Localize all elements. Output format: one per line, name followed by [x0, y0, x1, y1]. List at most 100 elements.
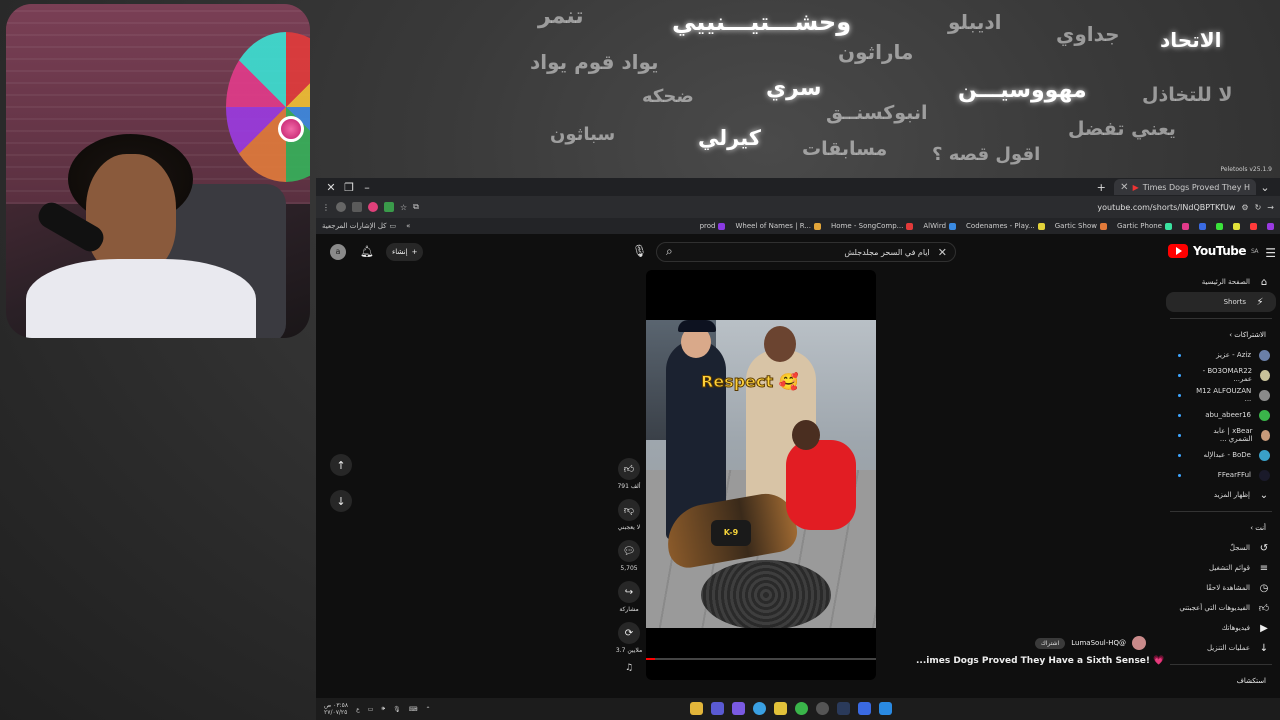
sidebar-item-subscription[interactable]: FFearFFul: [1162, 465, 1280, 485]
all-bookmarks[interactable]: كل الإشارات المرجعية ▭: [322, 222, 396, 230]
bookmark-gartic-phone[interactable]: Gartic Phone: [1117, 222, 1172, 230]
language-icon[interactable]: ع: [356, 706, 360, 713]
sidebar-item-subscription[interactable]: xBear | عابد الشمري ...: [1162, 425, 1280, 445]
new-tab-icon[interactable]: +: [1092, 181, 1110, 194]
share-button[interactable]: ↪: [618, 581, 640, 603]
folder-icon[interactable]: [774, 702, 787, 715]
close-window-icon[interactable]: ✕: [322, 181, 340, 194]
sidebar-item-show-more[interactable]: ⌄ إظهار المزيد: [1162, 485, 1280, 505]
bookmark-favicon-icon: [814, 222, 821, 230]
sidebar-item-home[interactable]: ⌂ الصفحة الرئيسية: [1162, 272, 1280, 292]
sidebar-item-subscription[interactable]: M12 ALFOUZAN ...: [1162, 385, 1280, 405]
start-menu-icon[interactable]: [879, 702, 892, 715]
channel-name[interactable]: @LumaSoul-HQ: [1071, 639, 1126, 647]
short-video-player[interactable]: K-9 Respect 🥰: [646, 270, 876, 680]
extensions-icon[interactable]: [352, 202, 362, 212]
all-bookmarks-label: كل الإشارات المرجعية: [322, 222, 387, 230]
sidebar-item-you[interactable]: 👍︎ الفيديوهات التي أعجبتني: [1162, 598, 1280, 618]
remix-button[interactable]: ⟳: [618, 622, 640, 644]
tab-search-icon[interactable]: ⌄: [1256, 181, 1274, 194]
clear-search-icon[interactable]: ✕: [938, 246, 947, 259]
sidebar-item-you[interactable]: ↓ عمليات التنزيل: [1162, 638, 1280, 658]
comments-button[interactable]: 💬︎: [618, 540, 640, 562]
search-input[interactable]: ايام في السحر مجلدجلش: [665, 248, 929, 257]
notifications-bell-icon[interactable]: 🔔︎: [360, 245, 374, 258]
sidebar-item-subscription[interactable]: Aziz - عزيز: [1162, 345, 1280, 365]
you-header[interactable]: أنت ›: [1162, 518, 1280, 538]
video-icon: ▶: [1260, 622, 1268, 634]
back-icon[interactable]: →: [1267, 203, 1274, 212]
webcam-feed: [6, 4, 310, 338]
create-button[interactable]: إنشاء +: [386, 243, 424, 261]
like-button[interactable]: 👍︎: [618, 458, 640, 480]
search-box[interactable]: ✕ ايام في السحر مجلدجلش: [656, 242, 956, 262]
extension-pink-icon[interactable]: [368, 202, 378, 212]
sidebar-item-subscription[interactable]: abu_abeer16: [1162, 405, 1280, 425]
microphone-icon[interactable]: 🎙︎: [393, 706, 401, 713]
obs-icon[interactable]: [816, 702, 829, 715]
clock[interactable]: ٠٣:٥٨ ص ٢٧/٠٧/٢٥: [324, 702, 348, 716]
tray-expand-icon[interactable]: ⌃: [425, 706, 430, 713]
restore-window-icon[interactable]: ❐: [340, 181, 358, 194]
tab-close-icon[interactable]: ✕: [1120, 182, 1128, 193]
sidebar-item-you[interactable]: ↺ السجلّ: [1162, 538, 1280, 558]
bookmarks-overflow-icon[interactable]: «: [406, 222, 410, 230]
extension-green-icon[interactable]: [384, 202, 394, 212]
next-short-button[interactable]: ↓: [330, 490, 352, 512]
profile-icon[interactable]: [336, 202, 346, 212]
bookmark-gartic-show[interactable]: Gartic Show: [1055, 222, 1107, 230]
search-icon[interactable]: ⌕: [666, 244, 673, 259]
file-explorer-icon[interactable]: [690, 702, 703, 715]
steam-icon[interactable]: [837, 702, 850, 715]
url-field[interactable]: youtube.com/shorts/INdQBPTKfUw: [1097, 203, 1235, 212]
display-icon[interactable]: ▭: [368, 706, 374, 713]
sidebar-item-you[interactable]: ≡ قوائم التشغيل: [1162, 558, 1280, 578]
sidebar-item-you[interactable]: ◷ المشاهدة لاحقًا: [1162, 578, 1280, 598]
bookmark-prod[interactable]: prod: [700, 222, 726, 230]
bookmark-wheel-of-names[interactable]: Wheel of Names | R...: [735, 222, 821, 230]
bookmark-icon[interactable]: [1233, 222, 1240, 230]
volume-icon[interactable]: 🕪︎: [381, 705, 385, 713]
chrome-icon[interactable]: [795, 702, 808, 715]
bookmark-favicon-icon: [718, 222, 726, 230]
video-title[interactable]: ...imes Dogs Proved They Have a Sixth Se…: [916, 656, 1164, 666]
keyboard-icon[interactable]: ⌨: [409, 706, 418, 713]
bookmark-icon[interactable]: [1199, 222, 1206, 230]
video-progress-bar[interactable]: [646, 658, 876, 660]
reload-icon[interactable]: ↻: [1255, 203, 1262, 212]
menu-dots-icon[interactable]: ⋮: [322, 203, 330, 212]
minimize-window-icon[interactable]: –: [358, 181, 376, 194]
subscriptions-header[interactable]: الاشتراكات ›: [1162, 325, 1280, 345]
bookmark-alwird[interactable]: AlWird: [923, 222, 957, 230]
discord-icon[interactable]: [711, 702, 724, 715]
channel-avatar[interactable]: [1132, 636, 1146, 650]
sidebar-item-subscription[interactable]: BoDe - عبدالإله: [1162, 445, 1280, 465]
share-icon[interactable]: ⧉: [413, 202, 419, 212]
dislike-button[interactable]: 👎︎: [618, 499, 640, 521]
twitch-icon[interactable]: [732, 702, 745, 715]
chalkboard-word: اقول قصه ؟: [932, 144, 1041, 165]
bookmark-icon[interactable]: [1250, 222, 1257, 230]
sidebar-item-you[interactable]: ▶ فيديوهاتك: [1162, 618, 1280, 638]
spin-wheel-center: [278, 116, 304, 142]
edge-icon[interactable]: [753, 702, 766, 715]
chalkboard-word: تنمر: [538, 4, 584, 29]
bookmark-codenames[interactable]: Codenames - Play...: [966, 222, 1045, 230]
sidebar-item-shorts[interactable]: ⚡ Shorts: [1166, 292, 1276, 312]
site-settings-icon[interactable]: ⚙: [1241, 203, 1248, 212]
account-avatar[interactable]: a: [330, 244, 346, 260]
youtube-logo[interactable]: YouTube SA: [1167, 244, 1259, 258]
sound-thumbnail-icon[interactable]: ♫: [625, 663, 633, 673]
bookmark-star-icon[interactable]: ☆: [400, 203, 407, 212]
bookmark-songcomp[interactable]: Home - SongComp...: [831, 222, 914, 230]
sidebar-item-subscription[interactable]: BO3OMAR22 - عمر...: [1162, 365, 1280, 385]
browser-tab[interactable]: ✕ ▶ Times Dogs Proved They H: [1114, 179, 1256, 195]
subscribe-button[interactable]: اشتراك: [1034, 637, 1066, 649]
bookmark-icon[interactable]: [1216, 222, 1223, 230]
bookmark-icon[interactable]: [1182, 222, 1189, 230]
hamburger-menu-icon[interactable]: ☰: [1265, 246, 1276, 260]
settings-icon[interactable]: [858, 702, 871, 715]
bookmark-icon[interactable]: [1267, 222, 1274, 230]
voice-search-icon[interactable]: 🎙︎: [632, 244, 647, 258]
previous-short-button[interactable]: ↑: [330, 454, 352, 476]
